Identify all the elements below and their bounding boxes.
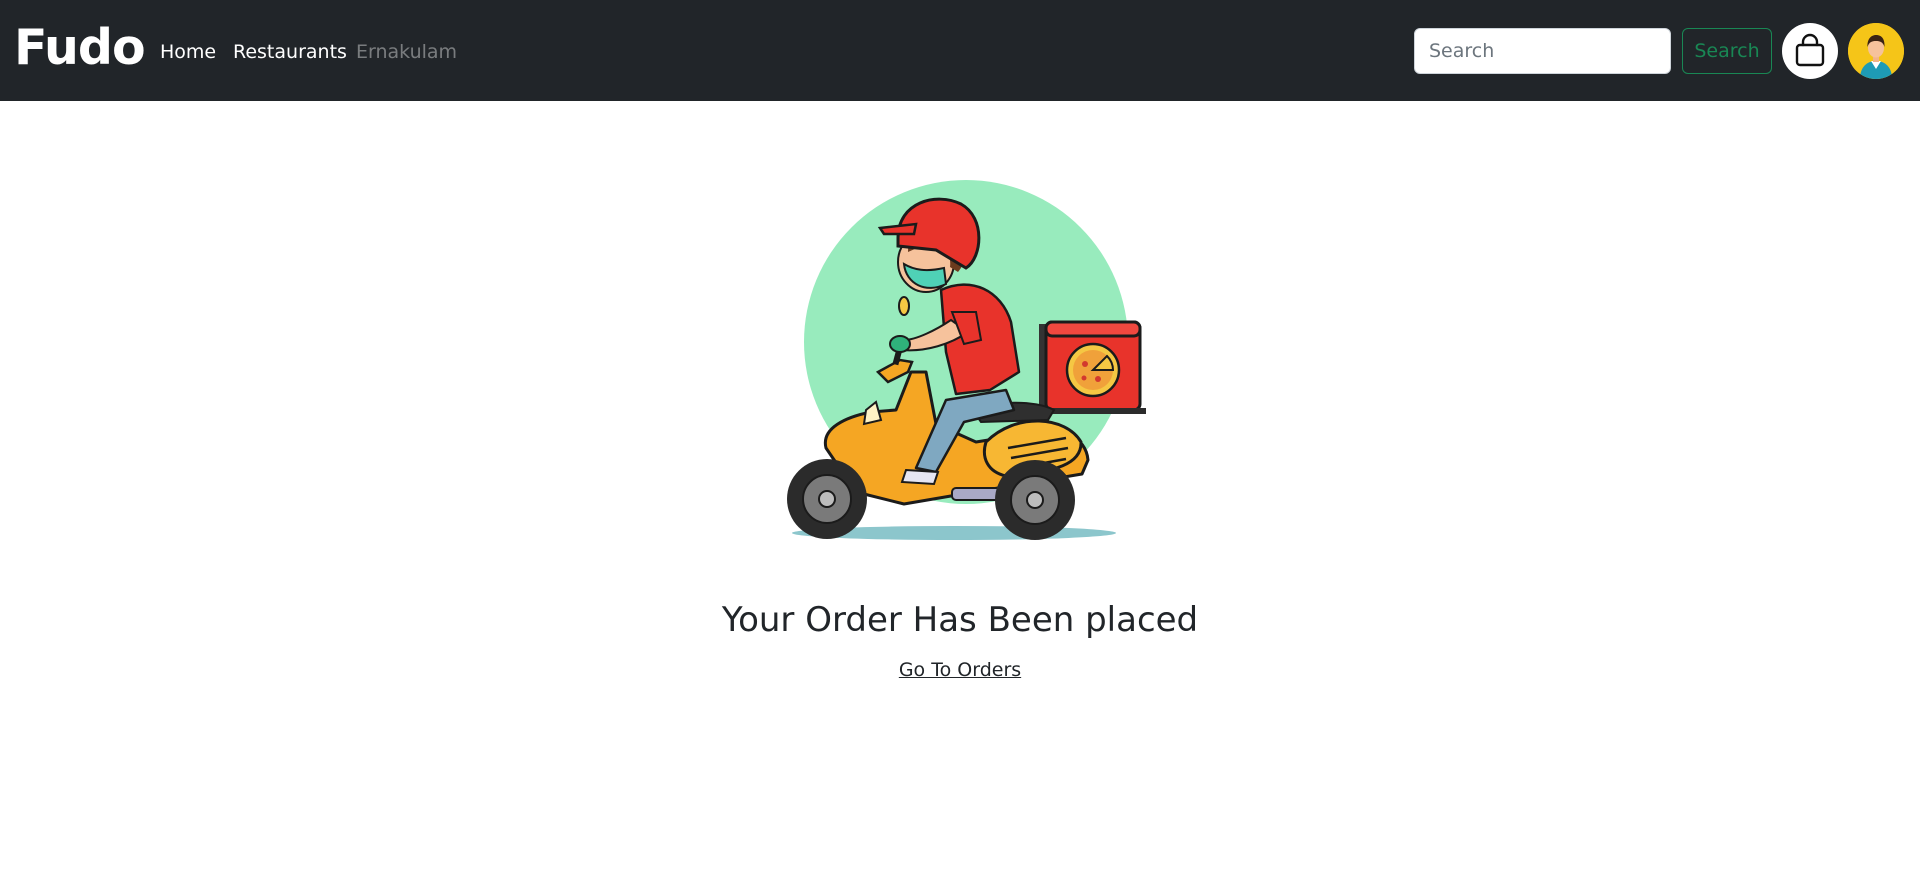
user-avatar-icon: [1848, 23, 1904, 79]
shopping-bag-icon: [1795, 33, 1825, 67]
avatar-button[interactable]: [1848, 23, 1904, 79]
search-button[interactable]: Search: [1682, 28, 1772, 74]
front-wheel: [787, 459, 867, 539]
nav-link-restaurants[interactable]: Restaurants: [233, 40, 347, 64]
brand-logo[interactable]: Fudo: [14, 18, 146, 78]
top-navbar: Fudo Home Restaurants Ernakulam Search: [0, 0, 1920, 101]
go-to-orders-container: Go To Orders: [0, 658, 1920, 682]
rear-wheel: [995, 460, 1075, 540]
delivery-scooter-illustration: [787, 180, 1146, 540]
search-input[interactable]: [1414, 28, 1671, 74]
cart-button[interactable]: [1782, 23, 1838, 79]
order-confirmation-title: Your Order Has Been placed: [721, 600, 1199, 640]
delivery-box: [1038, 320, 1146, 414]
nav-link-home[interactable]: Home: [160, 40, 216, 64]
go-to-orders-link[interactable]: Go To Orders: [899, 659, 1021, 681]
nav-link-location[interactable]: Ernakulam: [356, 40, 457, 64]
